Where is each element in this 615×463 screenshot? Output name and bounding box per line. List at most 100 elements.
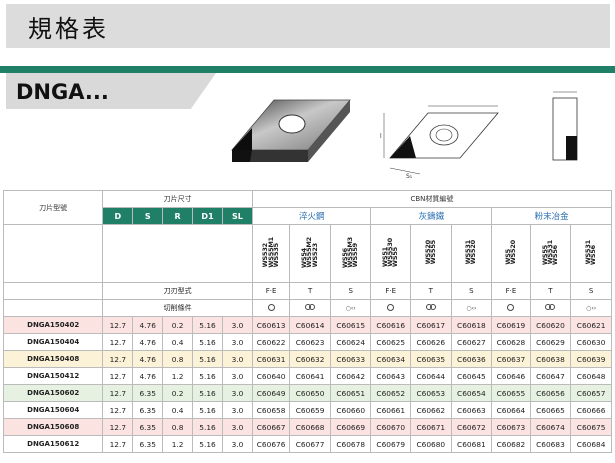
- edge-type: F·E: [491, 282, 531, 300]
- part-number: C60680: [410, 435, 452, 453]
- part-number: C60681: [450, 435, 493, 453]
- continuous-cut-icon: [491, 299, 531, 317]
- model-name: DNGA150402: [2, 316, 104, 334]
- size-value: 1.2: [162, 367, 194, 385]
- part-number: C60683: [529, 435, 572, 453]
- edge-type: T: [289, 282, 331, 300]
- size-value: 12.7: [102, 333, 134, 351]
- part-number: C60653: [410, 384, 452, 402]
- size-value: 6.35: [132, 435, 164, 453]
- size-value: 5.16: [192, 350, 223, 368]
- part-number: C60682: [491, 435, 531, 453]
- part-number: C60666: [570, 401, 612, 419]
- insert-drawing: l S₁: [380, 105, 499, 180]
- edge-type: F·E: [370, 282, 411, 300]
- interrupted-cut-icon: ○‹›: [329, 299, 372, 317]
- cutting-condition-label: 切削條件: [102, 299, 253, 317]
- table-row: DNGA150612 12.7 6.35 1.2 5.16 3.0 C60676 C60677…: [2, 435, 612, 453]
- part-number: C60642: [329, 367, 372, 385]
- col-d1: D1: [192, 207, 223, 225]
- grade-cell: WS520WS555: [410, 224, 452, 283]
- part-number: C60629: [529, 333, 572, 351]
- part-number: C60665: [529, 401, 572, 419]
- part-number: C60630: [570, 333, 612, 351]
- size-value: 4.76: [132, 316, 164, 334]
- part-number: C60684: [570, 435, 612, 453]
- part-number: C60671: [410, 418, 452, 436]
- size-value: 12.7: [102, 367, 134, 385]
- size-value: 5.16: [192, 418, 223, 436]
- product-title: DNGA...: [16, 80, 109, 104]
- light-interrupted-icon: [529, 299, 572, 317]
- part-number: C60661: [370, 401, 411, 419]
- size-value: 5.16: [192, 367, 223, 385]
- svg-text:S₁: S₁: [406, 173, 413, 180]
- model-header: 刀片型號: [2, 190, 104, 225]
- interrupted-cut-icon: ○‹›: [570, 299, 612, 317]
- grade-cell: WS51WS5530WS55: [370, 224, 411, 283]
- part-number: C60648: [570, 367, 612, 385]
- part-number: C60669: [329, 418, 372, 436]
- svg-text:l: l: [380, 133, 382, 140]
- material-header: CBN材質編號: [251, 190, 613, 208]
- part-number: C60631: [251, 350, 291, 368]
- part-number: C60662: [410, 401, 452, 419]
- part-number: C60645: [450, 367, 493, 385]
- table-row: DNGA150402 12.7 4.76 0.2 5.16 3.0 C60613 C60614…: [2, 316, 612, 334]
- part-number: C60655: [491, 384, 531, 402]
- part-number: C60670: [370, 418, 411, 436]
- edge-type: F·E: [251, 282, 291, 300]
- grade-cell: WS531WS56: [570, 224, 612, 283]
- size-value: 0.2: [162, 384, 194, 402]
- part-number: C60652: [370, 384, 411, 402]
- part-number: C60673: [491, 418, 531, 436]
- part-number: C60616: [370, 316, 411, 334]
- part-number: C60651: [329, 384, 372, 402]
- continuous-cut-icon: [251, 299, 291, 317]
- part-number: C60649: [251, 384, 291, 402]
- size-value: 3.0: [221, 350, 253, 368]
- size-value: 3.0: [221, 384, 253, 402]
- size-value: 12.7: [102, 418, 134, 436]
- edge-type-label: 刀刃型式: [102, 282, 253, 300]
- part-number: C60618: [450, 316, 493, 334]
- insert-photo: [231, 99, 351, 162]
- size-value: 0.8: [162, 418, 194, 436]
- table-row: DNGA150608 12.7 6.35 0.8 5.16 3.0 C60667 C60668…: [2, 418, 612, 436]
- size-value: 12.7: [102, 401, 134, 419]
- size-value: 6.35: [132, 384, 164, 402]
- table-row: DNGA150404 12.7 4.76 0.4 5.16 3.0 C60622 C60623…: [2, 333, 612, 351]
- part-number: C60627: [450, 333, 493, 351]
- size-value: 3.0: [221, 418, 253, 436]
- part-number: C60644: [410, 367, 452, 385]
- size-header: 刀片尺寸: [102, 190, 253, 208]
- model-name: DNGA150612: [2, 435, 104, 453]
- part-number: C60636: [450, 350, 493, 368]
- model-name: DNGA150408: [2, 350, 104, 368]
- part-number: C60620: [529, 316, 572, 334]
- size-value: 3.0: [221, 333, 253, 351]
- part-number: C60637: [491, 350, 531, 368]
- size-value: 12.7: [102, 316, 134, 334]
- size-value: 3.0: [221, 401, 253, 419]
- model-name: DNGA150412: [2, 367, 104, 385]
- grade-cell: WS55WS531WS56: [529, 224, 572, 283]
- part-number: C60656: [529, 384, 572, 402]
- part-number: C60632: [289, 350, 331, 368]
- size-value: 5.16: [192, 401, 223, 419]
- size-value: 3.0: [221, 316, 253, 334]
- continuous-cut-icon: [370, 299, 411, 317]
- size-value: 1.2: [162, 435, 194, 453]
- part-number: C60641: [289, 367, 331, 385]
- part-number: C60613: [251, 316, 291, 334]
- page-title: 規格表: [28, 15, 109, 43]
- part-number: C60677: [289, 435, 331, 453]
- size-value: 5.16: [192, 384, 223, 402]
- group-powder-metal: 粉末冶金: [491, 207, 612, 225]
- col-d: D: [102, 207, 134, 225]
- col-sl: SL: [221, 207, 253, 225]
- grade-cell: WS531WS520: [450, 224, 493, 283]
- size-value: 6.35: [132, 401, 164, 419]
- edge-type: S: [329, 282, 372, 300]
- part-number: C60623: [289, 333, 331, 351]
